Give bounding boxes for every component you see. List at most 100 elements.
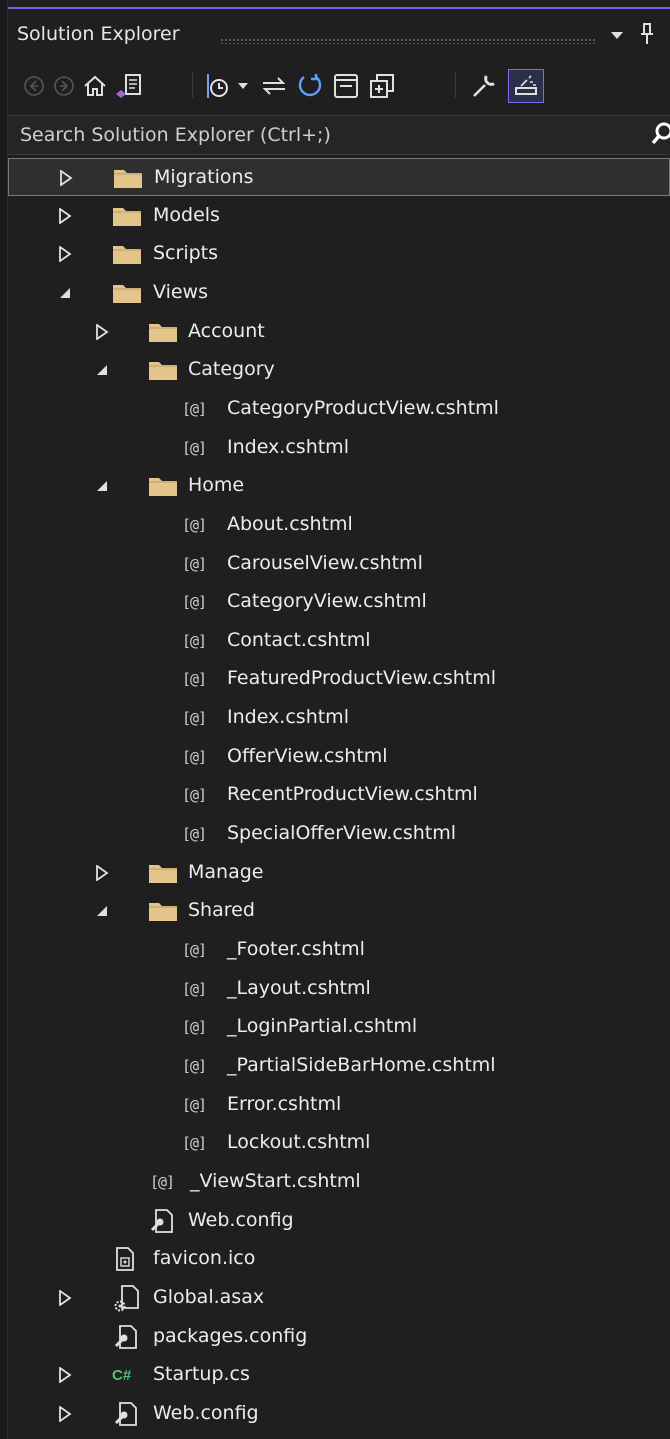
back-icon[interactable] [22, 72, 46, 100]
expand-chevron-icon[interactable] [58, 1356, 72, 1394]
tree-file-row[interactable]: [@] SpecialOfferView.cshtml [8, 815, 670, 853]
razor-file-icon: [@] [182, 1018, 207, 1037]
folder-icon [112, 197, 142, 235]
tree-item-label: Views [153, 280, 208, 303]
tree-file-row[interactable]: Web.config [8, 1202, 670, 1240]
tree-file-row[interactable]: Web.config [8, 1395, 670, 1433]
expand-chevron-icon[interactable] [59, 159, 73, 197]
tree-item-label: Account [188, 319, 265, 342]
razor-file-icon: [@] [182, 979, 207, 998]
expand-chevron-icon[interactable] [58, 235, 72, 273]
active-window-accent [8, 7, 670, 9]
folder-icon [113, 159, 143, 197]
tree-file-row[interactable]: [@] CarouselView.cshtml [8, 545, 670, 583]
tree-file-row[interactable]: favicon.ico [8, 1240, 670, 1278]
collapse-chevron-icon[interactable] [95, 892, 109, 930]
razor-file-icon: [@] [182, 593, 207, 612]
tree-item-label: Migrations [154, 166, 254, 188]
tree-folder-row[interactable]: Account [8, 313, 670, 351]
tree-item-label: About.cshtml [227, 512, 353, 535]
collapse-chevron-icon[interactable] [95, 467, 109, 505]
drag-grip[interactable] [220, 38, 596, 44]
forward-icon[interactable] [52, 72, 76, 100]
folder-icon [148, 854, 178, 892]
solution-explorer-panel: Solution Explorer Search Solution Explor… [0, 0, 670, 1439]
tree-file-row[interactable]: [@] _PartialSideBarHome.cshtml [8, 1047, 670, 1085]
refresh-icon[interactable] [296, 72, 324, 100]
preview-selected-items-button[interactable] [508, 69, 544, 103]
tree-item-label: Web.config [153, 1401, 259, 1424]
tree-item-label: _PartialSideBarHome.cshtml [227, 1053, 496, 1076]
search-box[interactable]: Search Solution Explorer (Ctrl+;) [8, 115, 670, 155]
razor-file-icon: [@] [182, 1095, 207, 1114]
expand-chevron-icon[interactable] [58, 197, 72, 235]
tree-file-row[interactable]: [@] _LoginPartial.cshtml [8, 1008, 670, 1046]
tree-folder-row[interactable]: Views [8, 274, 670, 312]
expand-chevron-icon[interactable] [95, 854, 109, 892]
tree-folder-row[interactable]: Shared [8, 892, 670, 930]
tree-file-row[interactable]: [@] RecentProductView.cshtml [8, 776, 670, 814]
sync-with-active-document-icon[interactable] [260, 72, 288, 100]
tree-file-row[interactable]: [@] CategoryView.cshtml [8, 583, 670, 621]
tree-folder-row[interactable]: Scripts [8, 235, 670, 273]
tree-file-row[interactable]: [@] Error.cshtml [8, 1086, 670, 1124]
show-all-files-icon[interactable] [368, 72, 396, 100]
window-title: Solution Explorer [17, 23, 180, 45]
tree-file-row[interactable]: packages.config [8, 1318, 670, 1356]
tree-file-row[interactable]: [@] _ViewStart.cshtml [8, 1163, 670, 1201]
tree-item-label: SpecialOfferView.cshtml [227, 822, 457, 845]
expand-chevron-icon[interactable] [95, 313, 109, 351]
tree-file-row[interactable]: [@] CategoryProductView.cshtml [8, 390, 670, 428]
razor-file-icon: [@] [182, 1134, 207, 1153]
expand-chevron-icon[interactable] [58, 1395, 72, 1433]
tree-file-row[interactable]: [@] Contact.cshtml [8, 622, 670, 660]
tree-item-label: _Footer.cshtml [227, 938, 365, 960]
tree-file-row[interactable]: [@] _Layout.cshtml [8, 970, 670, 1008]
tree-file-row[interactable]: [@] Index.cshtml [8, 429, 670, 467]
home-icon[interactable] [82, 72, 108, 100]
razor-file-icon: [@] [182, 825, 207, 844]
tree-folder-row[interactable]: Category [8, 351, 670, 389]
toolbar [8, 58, 670, 110]
tree-file-row[interactable]: C# Startup.cs [8, 1356, 670, 1394]
collapse-all-icon[interactable] [332, 72, 360, 100]
razor-file-icon: [@] [182, 786, 207, 805]
collapse-chevron-icon[interactable] [95, 351, 109, 389]
tree-item-label: Manage [188, 860, 264, 883]
window-position-dropdown-icon[interactable] [611, 32, 623, 39]
tree-item-label: CarouselView.cshtml [227, 551, 423, 574]
dropdown-icon[interactable] [238, 72, 248, 100]
tree-file-row[interactable]: [@] FeaturedProductView.cshtml [8, 660, 670, 698]
razor-file-icon: [@] [182, 515, 207, 534]
search-placeholder: Search Solution Explorer (Ctrl+;) [20, 124, 331, 146]
tree-item-label: Contact.cshtml [227, 628, 371, 651]
collapse-chevron-icon[interactable] [58, 274, 72, 312]
tree-item-label: FeaturedProductView.cshtml [227, 667, 497, 690]
tree-item-label: Index.cshtml [227, 435, 349, 458]
tree-file-row[interactable]: [@] About.cshtml [8, 506, 670, 544]
razor-file-icon: [@] [150, 1172, 175, 1191]
pin-icon[interactable] [638, 22, 656, 50]
folder-icon [148, 313, 178, 351]
tree-file-row[interactable]: [@] _Footer.cshtml [8, 931, 670, 969]
left-edge [0, 0, 8, 1439]
search-icon[interactable] [650, 121, 670, 153]
tree-file-row[interactable]: [@] Lockout.cshtml [8, 1124, 670, 1162]
folder-icon [148, 351, 178, 389]
tree-item-label: _LoginPartial.cshtml [227, 1015, 418, 1038]
tree-folder-row[interactable]: Migrations [8, 158, 670, 196]
tree-item-label: Shared [188, 899, 255, 922]
tree-file-row[interactable]: Global.asax [8, 1279, 670, 1317]
tree-folder-row[interactable]: Home [8, 467, 670, 505]
tree-folder-row[interactable]: Manage [8, 854, 670, 892]
pending-changes-filter-icon[interactable] [204, 72, 232, 100]
tree-folder-row[interactable]: Models [8, 197, 670, 235]
tree-file-row[interactable]: [@] Index.cshtml [8, 699, 670, 737]
tree-file-row[interactable]: [@] OfferView.cshtml [8, 738, 670, 776]
properties-icon[interactable] [470, 72, 498, 100]
expand-chevron-icon[interactable] [58, 1279, 72, 1317]
tree-item-label: Lockout.cshtml [227, 1131, 371, 1154]
tree-item-label: Home [188, 474, 245, 497]
tree-item-label: Index.cshtml [227, 706, 349, 729]
switch-views-icon[interactable] [114, 72, 144, 100]
